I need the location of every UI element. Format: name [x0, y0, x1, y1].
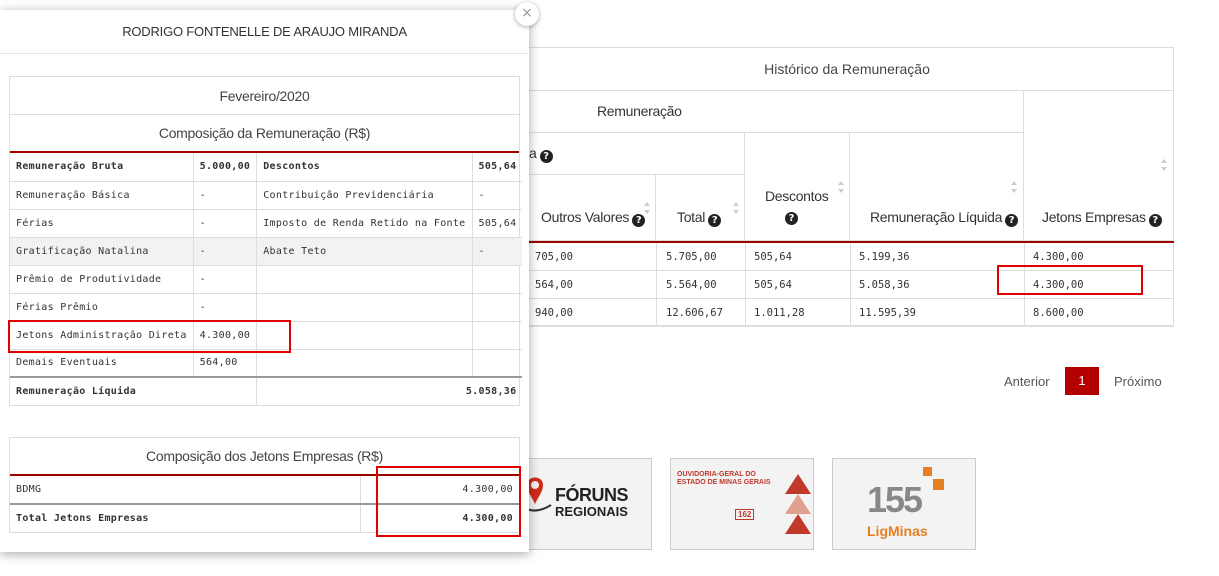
table-row: Remuneração Bruta 5.000,00 Descontos 505… — [10, 153, 523, 182]
banner-ouvidoria-line2: ESTADO DE MINAS GERAIS — [677, 479, 771, 486]
net-value: 5.058,36 — [465, 386, 517, 397]
sort-icon[interactable] — [644, 202, 650, 214]
sort-icon[interactable] — [838, 181, 844, 193]
table-row[interactable]: 940,00 12.606,67 1.011,28 11.595,39 8.60… — [521, 299, 1174, 327]
period-title: Fevereiro/2020 — [10, 77, 519, 115]
help-icon[interactable]: ? — [1005, 214, 1019, 227]
square-icon — [933, 479, 944, 490]
help-icon[interactable]: ? — [708, 214, 722, 227]
banner-regionais-text: REGIONAIS — [555, 504, 628, 519]
history-title: Histórico da Remuneração — [521, 48, 1173, 91]
cell-label — [256, 349, 473, 378]
cell-label: Contribuição Previdenciária — [256, 181, 473, 210]
cell-label: Descontos — [256, 153, 473, 182]
cell-value: - — [193, 237, 258, 266]
banner-ligminas[interactable]: 155 LigMinas — [832, 458, 976, 550]
cell-value — [472, 349, 523, 378]
cell-label: Imposto de Renda Retido na Fonte — [256, 209, 473, 238]
table-row: Demais Eventuais 564,00 — [10, 349, 523, 378]
sort-icon[interactable] — [1161, 159, 1167, 171]
cell-value: 505,64 — [472, 209, 523, 238]
highlight-box — [8, 320, 291, 353]
pagination-next[interactable]: Próximo — [1114, 374, 1162, 389]
composition-panel: Fevereiro/2020 Composição da Remuneração… — [9, 76, 523, 406]
table-row: Gratificação Natalina - Abate Teto - — [10, 237, 523, 266]
cell-value: - — [193, 209, 258, 238]
cell-value: - — [193, 181, 258, 210]
table-row: Prêmio de Produtividade - — [10, 265, 523, 294]
cell-label: Abate Teto — [256, 237, 473, 266]
header-total[interactable]: Total? — [656, 175, 745, 241]
cell-value: 5.000,00 — [193, 153, 258, 182]
sort-icon[interactable] — [1011, 181, 1017, 193]
cell-value: - — [193, 265, 258, 294]
table-row: Remuneração Básica - Contribuição Previd… — [10, 181, 523, 210]
cell-label — [256, 293, 473, 322]
help-icon[interactable]: ? — [632, 214, 646, 227]
cell-label: Gratificação Natalina — [10, 237, 194, 266]
table-row: Férias Prêmio - — [10, 293, 523, 322]
header-jetons-empresas[interactable]: Jetons Empresas? — [1024, 91, 1174, 241]
table-row: Férias - Imposto de Renda Retido na Font… — [10, 209, 523, 238]
cell-value: - — [193, 293, 258, 322]
help-icon[interactable]: ? — [785, 212, 798, 225]
cell-value — [472, 265, 523, 294]
modal-dialog: RODRIGO FONTENELLE DE ARAUJO MIRANDA Fev… — [0, 2, 539, 552]
banner-ligminas-number: 155 — [867, 479, 923, 520]
square-icon — [923, 467, 932, 476]
cell-label: Férias — [10, 209, 194, 238]
banner-ouvidoria-line1: OUVIDORIA-GERAL DO — [677, 471, 756, 478]
cell-value — [472, 293, 523, 322]
cell-label: Férias Prêmio — [10, 293, 194, 322]
cell-value — [472, 321, 523, 350]
modal-title: RODRIGO FONTENELLE DE ARAUJO MIRANDA — [0, 10, 529, 54]
highlight-box — [997, 265, 1143, 295]
composition-table: Remuneração Bruta 5.000,00 Descontos 505… — [10, 153, 523, 405]
help-icon[interactable]: ? — [539, 150, 553, 163]
cell-label — [256, 265, 473, 294]
close-icon[interactable]: × — [515, 2, 539, 26]
sort-icon[interactable] — [733, 202, 739, 214]
cell-label: Remuneração Básica — [10, 181, 194, 210]
header-group-remuneracao: Remuneração — [521, 91, 1024, 133]
banner-ouvidoria[interactable]: OUVIDORIA-GERAL DO ESTADO DE MINAS GERAI… — [670, 458, 814, 550]
help-icon[interactable]: ? — [1148, 214, 1162, 227]
cell-label: BDMG — [10, 476, 361, 505]
pagination-prev[interactable]: Anterior — [1004, 374, 1050, 389]
header-outros-valores[interactable]: Outros Valores? — [521, 175, 656, 241]
jetons-total-label: Total Jetons Empresas — [10, 504, 361, 532]
pagination-page-1[interactable]: 1 — [1065, 367, 1099, 395]
table-row: Remuneração Líquida 5.058,36 — [10, 377, 522, 405]
cell-value: - — [472, 181, 523, 210]
banner-foruns-text: FÓRUNS — [555, 485, 629, 505]
cell-value: - — [472, 237, 523, 266]
banner-foruns-regionais[interactable]: FÓRUNS REGIONAIS — [520, 458, 652, 550]
header-descontos[interactable]: Descontos ? — [745, 133, 850, 241]
triangles-graphic-icon — [785, 474, 811, 534]
cell-value: 505,64 — [472, 153, 523, 182]
cell-label: Remuneração Bruta — [10, 153, 194, 182]
cell-label: Prêmio de Produtividade — [10, 265, 194, 294]
net-label: Remuneração Líquida — [10, 377, 258, 405]
composition-title: Composição da Remuneração (R$) — [10, 115, 519, 153]
highlight-box — [376, 466, 521, 537]
cell-label: Demais Eventuais — [10, 349, 194, 378]
banner-ligminas-name: LigMinas — [867, 523, 928, 539]
banner-ouvidoria-number: 162 — [735, 509, 755, 520]
header-remuneracao-liquida[interactable]: Remuneração Líquida? — [850, 133, 1024, 241]
history-header: Remuneração Jetons Empresas? a? Desconto… — [521, 91, 1174, 241]
cell-value: 564,00 — [193, 349, 258, 378]
header-subgroup: a? — [521, 133, 745, 175]
